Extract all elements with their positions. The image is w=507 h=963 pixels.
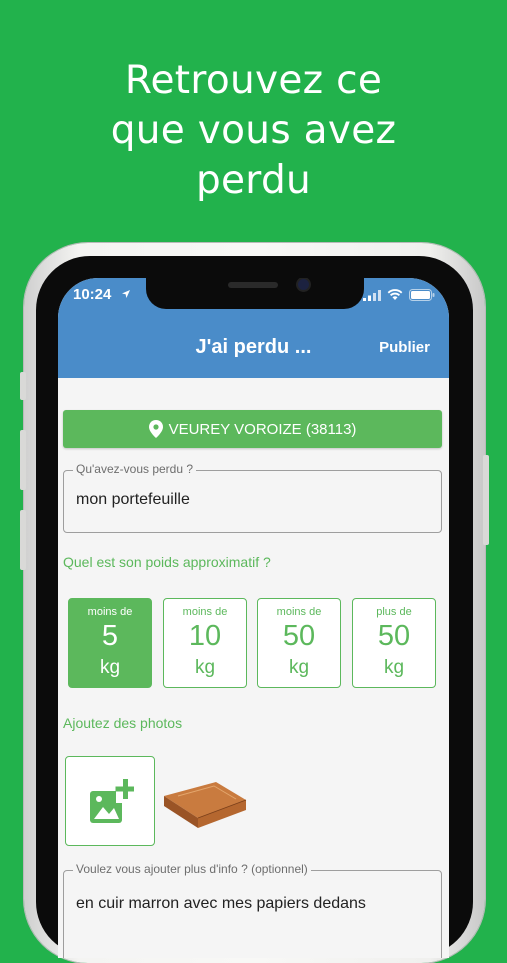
promo-headline: Retrouvez ce que vous avez perdu bbox=[0, 56, 507, 206]
phone-side-button bbox=[20, 430, 26, 490]
more-info-textarea[interactable]: en cuir marron avec mes papiers dedans bbox=[76, 895, 366, 913]
weight-option-under-50kg[interactable]: moins de 50 kg bbox=[257, 598, 341, 688]
map-pin-icon bbox=[148, 420, 163, 438]
weight-unit: kg bbox=[194, 657, 216, 678]
weight-value: 5 bbox=[101, 620, 119, 652]
add-photo-icon bbox=[90, 779, 134, 823]
weight-unit: kg bbox=[383, 657, 405, 678]
weight-unit: kg bbox=[288, 657, 310, 678]
weight-prefix: moins de bbox=[182, 606, 228, 618]
headline-line-3: perdu bbox=[195, 158, 312, 203]
weight-question: Quel est son poids approximatif ? bbox=[63, 554, 271, 570]
battery-icon bbox=[409, 289, 435, 301]
lost-item-field[interactable]: Qu'avez-vous perdu ? mon portefeuille bbox=[63, 462, 442, 533]
weight-prefix: moins de bbox=[87, 606, 133, 618]
front-camera bbox=[298, 279, 309, 290]
location-arrow-icon bbox=[122, 290, 130, 298]
phone-notch bbox=[146, 278, 364, 309]
signal-icon bbox=[363, 289, 381, 301]
phone-side-button bbox=[20, 372, 26, 400]
add-photo-button[interactable] bbox=[65, 756, 155, 846]
photos-label: Ajoutez des photos bbox=[63, 715, 183, 731]
app-bar: 10:24 J'ai perdu ... Publier bbox=[58, 278, 449, 378]
weight-value: 50 bbox=[377, 620, 411, 652]
location-button[interactable]: VEUREY VOROIZE (38113) bbox=[63, 410, 442, 448]
phone-side-button bbox=[483, 455, 489, 545]
weight-prefix: moins de bbox=[276, 606, 322, 618]
headline-line-2: que vous avez bbox=[110, 108, 397, 153]
speaker-grille bbox=[228, 282, 278, 288]
weight-option-over-50kg[interactable]: plus de 50 kg bbox=[352, 598, 436, 688]
wifi-icon bbox=[387, 289, 403, 300]
weight-prefix: plus de bbox=[376, 606, 412, 618]
lost-item-input[interactable]: mon portefeuille bbox=[76, 491, 190, 509]
phone-screen: 10:24 J'ai perdu ... Publier VEUREY VORO… bbox=[58, 278, 449, 958]
more-info-label: Voulez vous ajouter plus d'info ? (optio… bbox=[73, 862, 311, 876]
weight-value: 50 bbox=[282, 620, 316, 652]
lost-item-label: Qu'avez-vous perdu ? bbox=[73, 462, 197, 476]
location-label: VEUREY VOROIZE (38113) bbox=[168, 420, 357, 438]
wallet-photo-thumbnail[interactable] bbox=[158, 756, 251, 846]
more-info-field[interactable]: Voulez vous ajouter plus d'info ? (optio… bbox=[63, 862, 442, 958]
weight-unit: kg bbox=[99, 657, 121, 678]
headline-line-1: Retrouvez ce bbox=[124, 58, 383, 103]
weight-option-under-10kg[interactable]: moins de 10 kg bbox=[163, 598, 247, 688]
weight-value: 10 bbox=[188, 620, 222, 652]
status-time: 10:24 bbox=[73, 286, 112, 303]
weight-option-under-5kg[interactable]: moins de 5 kg bbox=[68, 598, 152, 688]
publish-button[interactable]: Publier bbox=[379, 339, 430, 356]
phone-side-button bbox=[20, 510, 26, 570]
status-icons bbox=[363, 289, 435, 301]
